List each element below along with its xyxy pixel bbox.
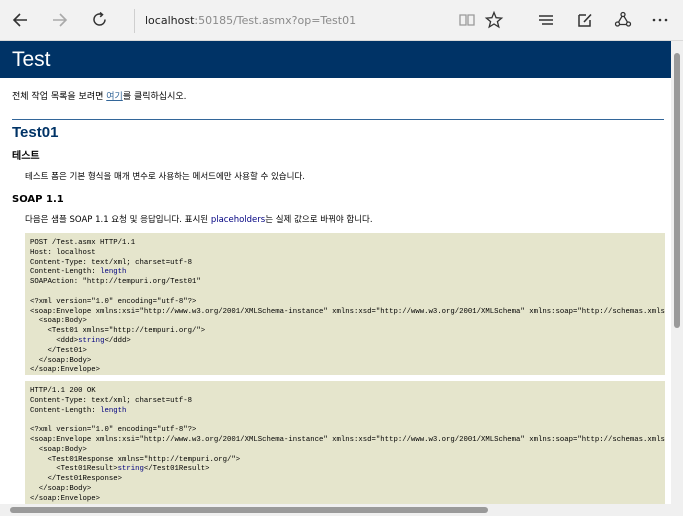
code-line: <soap:Body>	[30, 445, 87, 454]
code-line: <Test01Response xmlns="http://tempuri.or…	[30, 455, 241, 464]
code-line: </Test01Result>	[143, 465, 210, 474]
reading-view-icon[interactable]	[453, 6, 481, 34]
code-line: <Test01Result>	[30, 465, 118, 474]
code-line: POST /Test.asmx HTTP/1.1	[30, 239, 136, 247]
placeholder-string: string	[117, 465, 144, 474]
soap-desc-before: 다음은 샘플 SOAP 1.1 요청 및 응답입니다. 표시된	[25, 215, 211, 225]
share-icon[interactable]	[609, 6, 637, 34]
code-line: Host: localhost	[30, 248, 96, 257]
intro-before: 전체 작업 목록을 보려면	[12, 92, 107, 102]
soap-description: 다음은 샘플 SOAP 1.1 요청 및 응답입니다. 표시된 placehol…	[25, 215, 671, 226]
intro-after: 를 클릭하십시오.	[122, 92, 187, 102]
soap-request-sample: POST /Test.asmx HTTP/1.1 Host: localhost…	[25, 233, 665, 375]
code-line: </soap:Envelope>	[30, 494, 101, 503]
vertical-scroll-thumb[interactable]	[674, 53, 680, 328]
forward-icon[interactable]	[46, 6, 74, 34]
code-line: SOAPAction: "http://tempuri.org/Test01"	[30, 278, 201, 287]
url-host: localhost	[145, 14, 195, 27]
code-line: </Test01>	[30, 346, 87, 355]
intro-text: 전체 작업 목록을 보려면 여기를 클릭하십시오.	[12, 91, 671, 103]
page-title-bar: Test	[0, 41, 671, 78]
placeholder-length: length	[100, 406, 127, 415]
back-icon[interactable]	[6, 6, 34, 34]
soap-desc-placeholder: placeholders	[210, 215, 266, 225]
web-note-icon[interactable]	[571, 6, 599, 34]
section-test-heading: 테스트	[12, 151, 40, 162]
code-line: <soap:Envelope xmlns:xsi="http://www.w3.…	[30, 435, 665, 444]
soap-desc-after: 는 실제 값으로 바꿔야 합니다.	[265, 215, 373, 225]
hub-icon[interactable]	[532, 6, 560, 34]
operations-list-link[interactable]: 여기	[106, 92, 123, 102]
horizontal-scrollbar[interactable]	[0, 504, 683, 516]
code-line: </soap:Body>	[30, 356, 92, 365]
page-content: Test 전체 작업 목록을 보려면 여기를 클릭하십시오. Test01 테스…	[0, 41, 671, 504]
soap-response-sample: HTTP/1.1 200 OK Content-Type: text/xml; …	[25, 381, 665, 504]
code-line: HTTP/1.1 200 OK	[30, 387, 96, 395]
code-line: <?xml version="1.0" encoding="utf-8"?>	[30, 426, 197, 435]
divider	[12, 119, 664, 120]
refresh-icon[interactable]	[86, 6, 114, 34]
code-line: Content-Type: text/xml; charset=utf-8	[30, 396, 193, 405]
code-line: </ddd>	[104, 336, 131, 345]
code-line: Content-Length:	[30, 406, 101, 415]
code-line: Content-Length:	[30, 268, 101, 277]
code-line: Content-Type: text/xml; charset=utf-8	[30, 258, 193, 267]
code-line: <?xml version="1.0" encoding="utf-8"?>	[30, 297, 197, 306]
horizontal-scroll-thumb[interactable]	[10, 507, 488, 513]
code-line: <Test01 xmlns="http://tempuri.org/">	[30, 327, 206, 336]
operation-name: Test01	[12, 124, 59, 141]
code-line: </soap:Envelope>	[30, 366, 101, 375]
test-description: 테스트 폼은 기본 형식을 매개 변수로 사용하는 메서드에만 사용할 수 있습…	[25, 172, 305, 182]
browser-toolbar: localhost:50185/Test.asmx?op=Test01	[0, 0, 683, 41]
placeholder-string: string	[78, 336, 105, 345]
code-line: </Test01Response>	[30, 475, 122, 484]
code-line: <soap:Body>	[30, 317, 87, 326]
address-bar[interactable]: localhost:50185/Test.asmx?op=Test01	[134, 9, 356, 33]
placeholder-length: length	[100, 268, 127, 277]
section-soap-heading: SOAP 1.1	[12, 194, 64, 205]
favorite-star-icon[interactable]	[480, 6, 508, 34]
more-icon[interactable]	[646, 6, 674, 34]
code-line: <ddd>	[30, 336, 79, 345]
url-path: :50185/Test.asmx?op=Test01	[194, 14, 357, 27]
vertical-scrollbar[interactable]	[671, 41, 683, 504]
page-title: Test	[12, 48, 51, 71]
code-line: </soap:Body>	[30, 484, 92, 493]
code-line: <soap:Envelope xmlns:xsi="http://www.w3.…	[30, 307, 665, 316]
